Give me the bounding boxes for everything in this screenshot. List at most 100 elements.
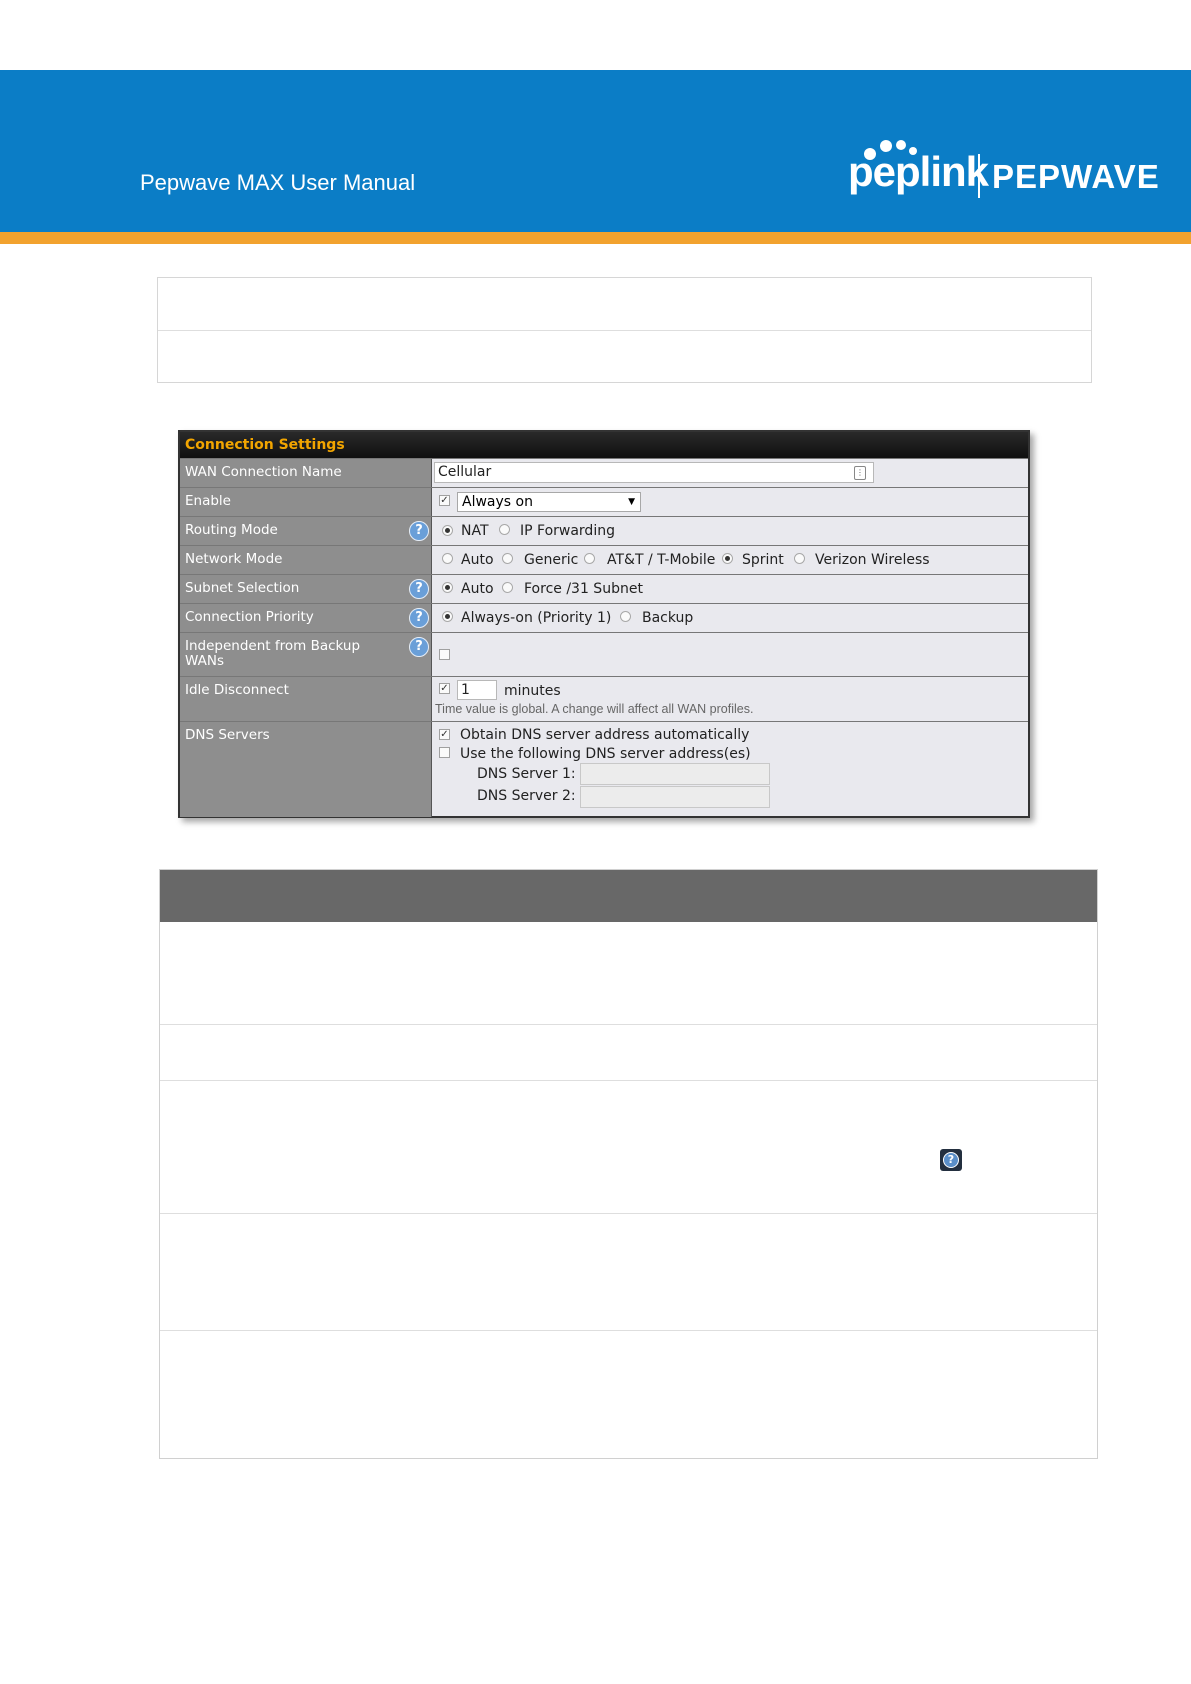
brand-divider xyxy=(978,154,980,198)
network-mode-sprint-label: Sprint xyxy=(742,552,784,568)
row-label: Routing Mode ? xyxy=(180,517,432,545)
row-value: NAT IP Forwarding xyxy=(432,517,1028,545)
dns-server2-input[interactable] xyxy=(580,786,770,808)
label-dns-servers: DNS Servers xyxy=(185,727,270,743)
dns-server2-label: DNS Server 2: xyxy=(477,788,576,804)
row-network-mode: Network Mode Auto Generic AT&T / T-Mobil… xyxy=(180,545,1028,574)
row-value: Cellular ⋮ xyxy=(432,459,1028,487)
row-independent-from-backup: Independent from Backup WANs ? xyxy=(180,632,1028,676)
top-table-divider xyxy=(158,330,1091,331)
question-circle-icon[interactable]: ? xyxy=(409,579,429,599)
table-row-divider xyxy=(160,1024,1097,1025)
row-label: Subnet Selection ? xyxy=(180,575,432,603)
dns-server1-label: DNS Server 1: xyxy=(477,766,576,782)
row-label: Idle Disconnect xyxy=(180,677,432,721)
label-network-mode: Network Mode xyxy=(185,551,283,567)
enable-checkbox[interactable]: ✓ xyxy=(439,495,450,506)
row-value: Always-on (Priority 1) Backup xyxy=(432,604,1028,632)
row-label: Network Mode xyxy=(180,546,432,574)
row-enable: Enable ✓ Always on ▼ xyxy=(180,487,1028,516)
subnet-force31-radio[interactable] xyxy=(502,582,513,593)
idle-disconnect-note: Time value is global. A change will affe… xyxy=(435,702,754,716)
connection-settings-panel: Connection Settings WAN Connection Name … xyxy=(178,430,1030,818)
label-enable: Enable xyxy=(185,493,231,509)
question-circle-icon[interactable]: ? xyxy=(409,608,429,628)
routing-mode-nat-radio[interactable] xyxy=(442,525,453,536)
row-connection-priority: Connection Priority ? Always-on (Priorit… xyxy=(180,603,1028,632)
network-mode-verizon-radio[interactable] xyxy=(794,553,805,564)
brand-logo: peplink PEPWAVE xyxy=(846,140,1159,202)
top-table xyxy=(157,277,1092,383)
triangle-down-icon: ▼ xyxy=(628,497,635,507)
row-subnet-selection: Subnet Selection ? Auto Force /31 Subnet xyxy=(180,574,1028,603)
row-value: ✓ Obtain DNS server address automaticall… xyxy=(432,722,1028,817)
question-circle-icon[interactable]: ? xyxy=(409,637,429,657)
independent-checkbox[interactable] xyxy=(439,649,450,660)
network-mode-att-radio[interactable] xyxy=(584,553,595,564)
enable-select[interactable]: Always on ▼ xyxy=(457,492,641,512)
label-independent-line2: WANs xyxy=(185,653,224,669)
enable-select-value: Always on xyxy=(462,494,533,510)
routing-mode-ip-forwarding-radio[interactable] xyxy=(499,524,510,535)
panel-header: Connection Settings xyxy=(180,432,1028,458)
row-label: Independent from Backup WANs ? xyxy=(180,633,432,676)
brand-peplink: peplink xyxy=(848,148,989,195)
manual-title: Pepwave MAX User Manual xyxy=(140,170,416,195)
dns-manual-label: Use the following DNS server address(es) xyxy=(460,746,751,762)
dns-auto-checkbox[interactable]: ✓ xyxy=(439,729,450,740)
question-glyph: ? xyxy=(943,1152,959,1168)
label-idle-disconnect: Idle Disconnect xyxy=(185,682,289,698)
network-mode-auto-radio[interactable] xyxy=(442,553,453,564)
priority-backup-radio[interactable] xyxy=(620,611,631,622)
question-circle-icon[interactable]: ? xyxy=(409,521,429,541)
row-value: Auto Force /31 Subnet xyxy=(432,575,1028,603)
routing-mode-nat-label: NAT xyxy=(461,523,489,539)
table-row-divider xyxy=(160,1213,1097,1214)
row-routing-mode: Routing Mode ? NAT IP Forwarding xyxy=(180,516,1028,545)
key-icon[interactable]: ⋮ xyxy=(854,466,866,480)
network-mode-verizon-label: Verizon Wireless xyxy=(815,552,930,568)
question-circle-icon: ? xyxy=(940,1149,962,1171)
row-value: ✓ Always on ▼ xyxy=(432,488,1028,516)
subnet-auto-label: Auto xyxy=(461,581,494,597)
network-mode-auto-label: Auto xyxy=(461,552,494,568)
row-label: Connection Priority ? xyxy=(180,604,432,632)
idle-disconnect-checkbox[interactable]: ✓ xyxy=(439,683,450,694)
row-value: ✓ 1 minutes Time value is global. A chan… xyxy=(432,677,1028,721)
row-label: DNS Servers xyxy=(180,722,432,817)
brand-pepwave: PEPWAVE xyxy=(992,158,1160,195)
label-wan-connection-name: WAN Connection Name xyxy=(185,464,342,480)
dns-server1-input[interactable] xyxy=(580,763,770,785)
label-routing-mode: Routing Mode xyxy=(185,522,278,538)
row-dns-servers: DNS Servers ✓ Obtain DNS server address … xyxy=(180,721,1028,817)
network-mode-sprint-radio[interactable] xyxy=(722,553,733,564)
table-row-divider xyxy=(160,1330,1097,1331)
table-row-divider xyxy=(160,1080,1097,1081)
row-label: Enable xyxy=(180,488,432,516)
dns-auto-label: Obtain DNS server address automatically xyxy=(460,727,750,743)
label-connection-priority: Connection Priority xyxy=(185,609,314,625)
priority-always-on-radio[interactable] xyxy=(442,611,453,622)
row-value: Auto Generic AT&T / T-Mobile Sprint Veri… xyxy=(432,546,1028,574)
network-mode-generic-label: Generic xyxy=(524,552,579,568)
label-subnet-selection: Subnet Selection xyxy=(185,580,300,596)
subnet-force31-label: Force /31 Subnet xyxy=(524,581,643,597)
subnet-auto-radio[interactable] xyxy=(442,582,453,593)
idle-disconnect-unit: minutes xyxy=(504,683,561,699)
row-label: WAN Connection Name xyxy=(180,459,432,487)
label-independent-from-backup: Independent from Backup WANs xyxy=(185,639,360,669)
row-idle-disconnect: Idle Disconnect ✓ 1 minutes Time value i… xyxy=(180,676,1028,721)
idle-disconnect-minutes-input[interactable]: 1 xyxy=(457,680,497,700)
table-header xyxy=(160,870,1097,922)
header-stripe xyxy=(0,232,1191,244)
routing-mode-ip-forwarding-label: IP Forwarding xyxy=(520,523,615,539)
row-wan-connection-name: WAN Connection Name Cellular ⋮ xyxy=(180,458,1028,487)
label-independent-line1: Independent from Backup xyxy=(185,638,361,654)
wan-connection-name-input[interactable]: Cellular xyxy=(434,462,874,483)
dns-manual-checkbox[interactable] xyxy=(439,747,450,758)
network-mode-att-label: AT&T / T-Mobile xyxy=(607,552,716,568)
network-mode-generic-radio[interactable] xyxy=(502,553,513,564)
row-value xyxy=(432,633,1028,676)
panel-title: Connection Settings xyxy=(185,437,345,453)
priority-backup-label: Backup xyxy=(642,610,694,626)
